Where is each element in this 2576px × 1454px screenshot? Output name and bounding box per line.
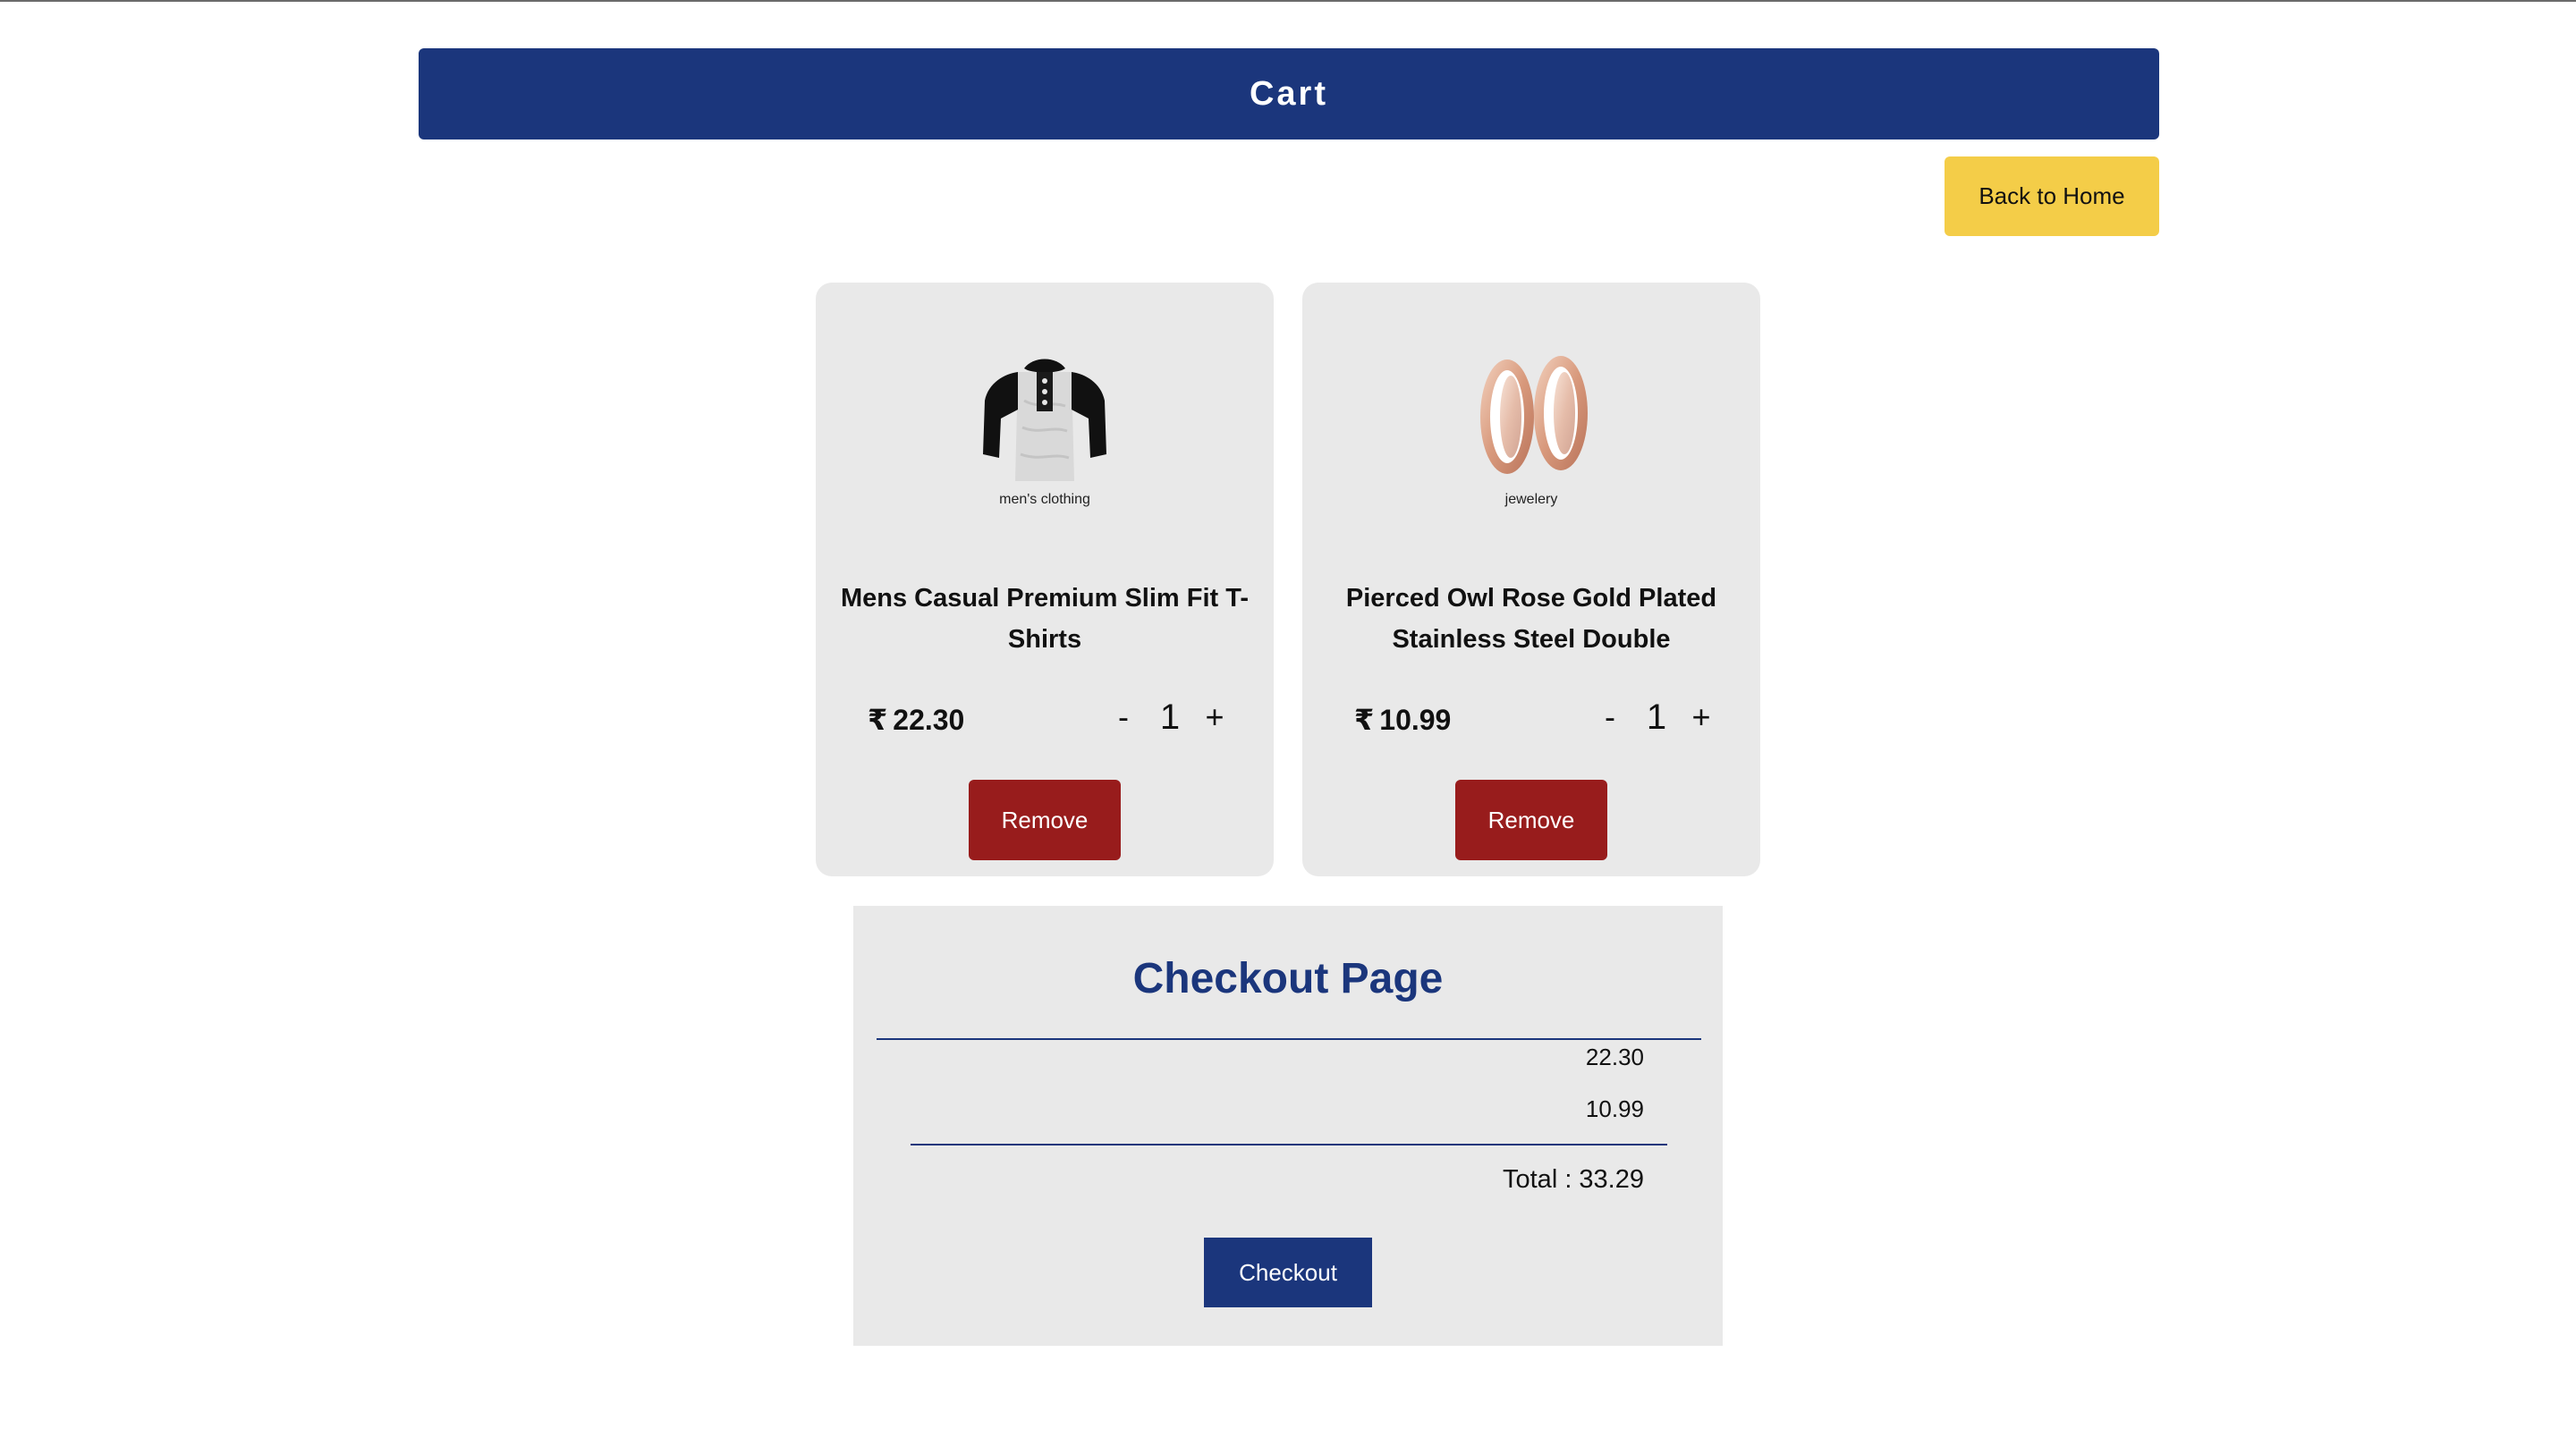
decrease-quantity-button[interactable]: - [1109,697,1138,737]
line-item-amount: 22.30 [1585,1044,1644,1070]
product-title: Mens Casual Premium Slim Fit T-Shirts [840,584,1250,654]
page-title: Cart [1249,74,1329,113]
subtotal-divider [911,1144,1667,1145]
product-price: ₹10.99 [1354,703,1451,737]
increase-quantity-button[interactable]: + [1685,697,1717,737]
top-divider [0,0,2576,2]
rupee-symbol: ₹ [1354,704,1375,736]
product-category: jewelery [1504,492,1558,507]
price-value: 10.99 [1379,704,1452,736]
page-header: Cart [419,48,2159,139]
quantity-value: 1 [1159,697,1181,737]
cart-item-card: men's clothing Mens Casual Premium Slim … [816,283,1274,876]
remove-item-button[interactable]: Remove [969,780,1121,860]
increase-quantity-button[interactable]: + [1199,697,1231,737]
product-price: ₹22.30 [868,703,964,737]
remove-item-button[interactable]: Remove [1455,780,1607,860]
decrease-quantity-button[interactable]: - [1596,697,1624,737]
checkout-title: Checkout Page [1132,955,1444,1002]
price-value: 22.30 [893,704,965,736]
quantity-value: 1 [1646,697,1667,737]
product-category: men's clothing [999,492,1090,507]
product-title: Pierced Owl Rose Gold Plated Stainless S… [1345,584,1717,654]
line-item-amount: 10.99 [1585,1095,1644,1122]
back-to-home-button[interactable]: Back to Home [1945,156,2159,236]
checkout-divider [877,1038,1701,1040]
tshirt-product-image [983,359,1106,481]
rose-gold-earrings-image [1480,356,1588,474]
cart-item-card: jewelery Pierced Owl Rose Gold Plated St… [1302,283,1760,876]
checkout-panel: Checkout Page 22.30 10.99 Total : 33.29 … [853,906,1723,1346]
rupee-symbol: ₹ [868,704,888,736]
order-total: Total : 33.29 [1503,1165,1644,1194]
checkout-button[interactable]: Checkout [1204,1238,1372,1307]
